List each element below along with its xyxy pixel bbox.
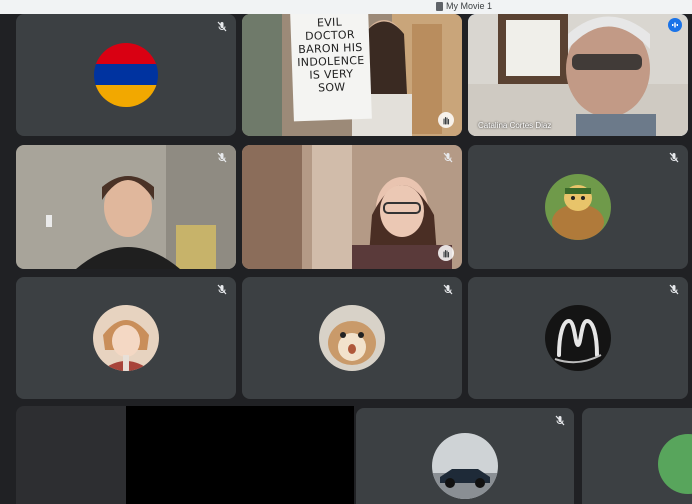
participant-video [16,145,236,269]
participant-tile-blank-left[interactable] [16,406,126,504]
participant-tile-glasses-girl[interactable] [242,145,462,269]
participant-tile-anime[interactable] [16,277,236,399]
handwritten-sign: EVIL DOCTOR BARON HIS INDOLENCE IS VERY … [290,14,372,122]
participant-tile-flag[interactable] [16,14,236,136]
participant-video [242,145,462,269]
window-title-text: My Movie 1 [446,1,493,11]
race-car-avatar [432,433,498,499]
participant-tile-boy[interactable] [16,145,236,269]
participant-tile-letter-m[interactable] [468,277,688,399]
mic-off-icon [442,283,454,295]
mic-off-icon [216,20,228,32]
participant-tile-cartoon[interactable] [468,145,688,269]
armenia-flag-avatar [94,43,158,107]
raised-hand-icon [438,245,454,261]
window-title-bar: My Movie 1 [0,0,692,14]
mic-off-icon [442,151,454,163]
participant-name: Catalina Cortes Diaz [478,121,552,130]
anime-character-avatar [93,305,159,371]
participant-tile-catalina[interactable]: Catalina Cortes Diaz [468,14,688,136]
cartoon-character-avatar [545,174,611,240]
mic-off-icon [216,283,228,295]
letter-m-avatar [545,305,611,371]
raised-hand-icon [438,112,454,128]
mic-off-icon [216,151,228,163]
audio-level-icon [668,18,682,32]
participant-tile-sign-girl[interactable]: EVIL DOCTOR BARON HIS INDOLENCE IS VERY … [242,14,462,136]
participant-tile-hamster[interactable] [242,277,462,399]
sign-line: SOW [317,80,346,95]
hamster-avatar [319,305,385,371]
black-video-area [126,406,354,504]
sign-line: EVIL DOCTOR [304,15,355,43]
window-title: My Movie 1 [436,1,492,11]
mic-off-icon [668,283,680,295]
mic-off-icon [668,151,680,163]
participant-video [468,14,688,136]
mic-off-icon [554,414,566,426]
file-icon [436,1,443,11]
participant-tile-car[interactable] [356,408,574,504]
